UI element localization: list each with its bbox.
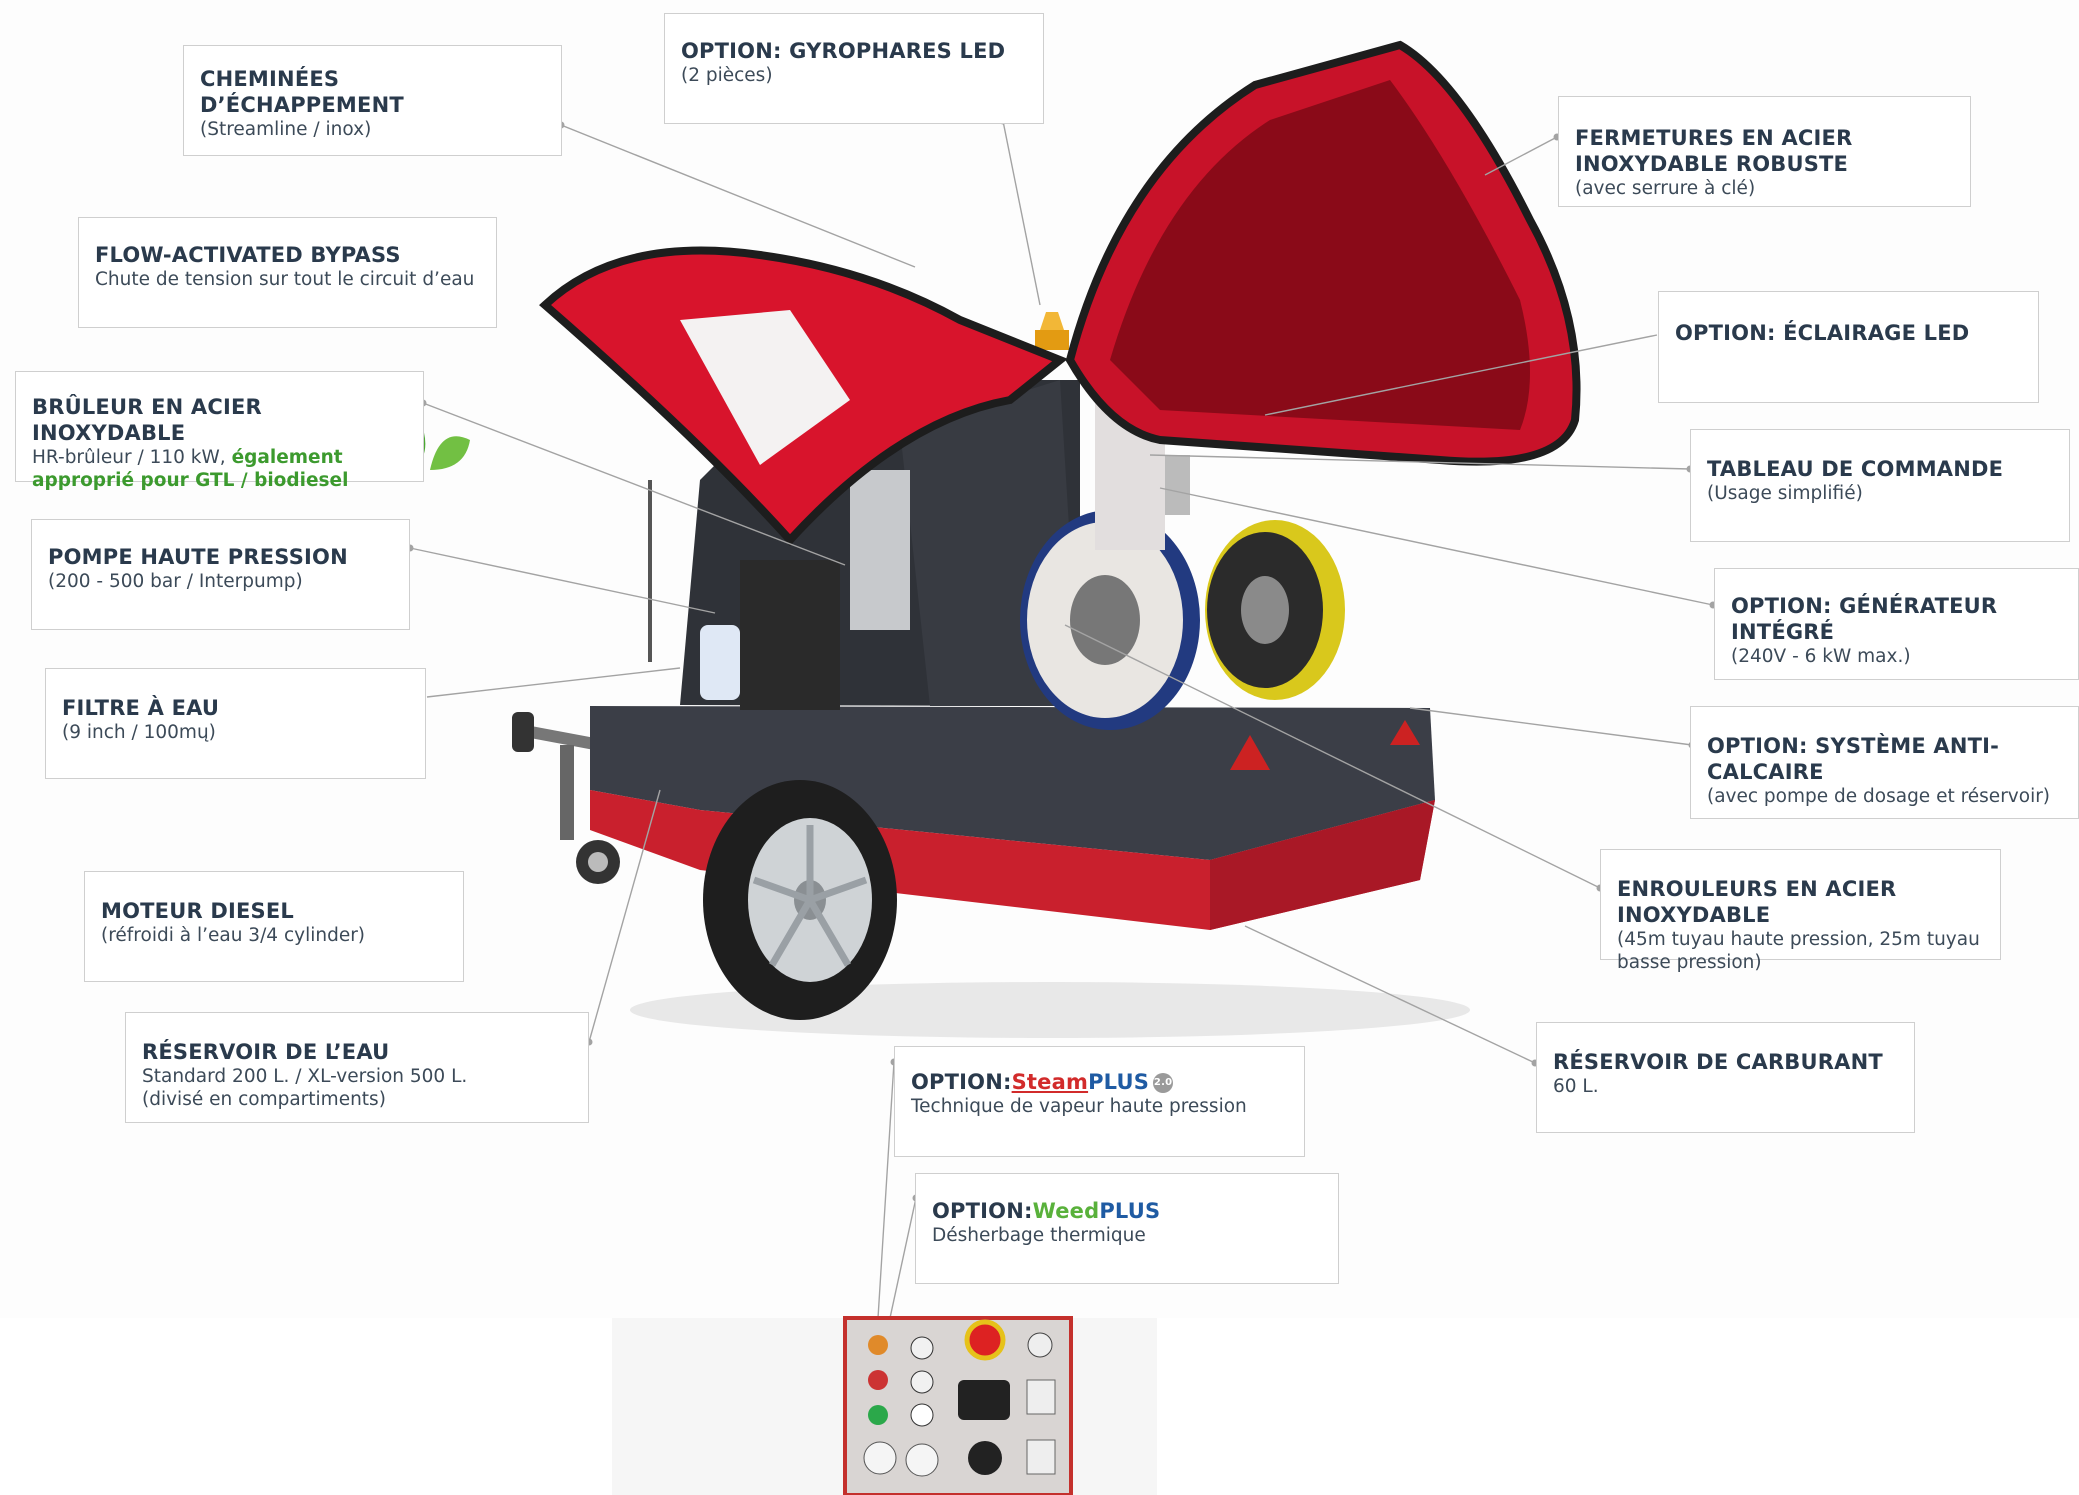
label-burner: BRÛLEUR EN ACIER INOXYDABLE HR-brûleur /… (15, 371, 424, 491)
lighting-title: OPTION: ÉCLAIRAGE LED (1675, 321, 1970, 345)
beacons-title: OPTION: GYROPHARES LED (681, 39, 1006, 63)
water-tank-title: RÉSERVOIR DE L’EAU (142, 1040, 390, 1064)
reels-sub-line2: basse pression) (1617, 952, 1762, 973)
label-pump: POMPE HAUTE PRESSION (200 - 500 bar / In… (31, 519, 410, 630)
label-steamplus: OPTION:SteamPLUS 2.0 Technique de vapeur … (894, 1046, 1305, 1157)
anticalc-title: OPTION: SYSTÈME ANTI-CALCAIRE (1707, 734, 2000, 784)
burner-sub: HR-brûleur / 110 kW, également (32, 446, 407, 469)
label-bypass: FLOW-ACTIVATED BYPASS Chute de tension s… (78, 217, 497, 328)
generator-sub: (240V - 6 kW max.) (1731, 646, 1911, 667)
label-exhaust: CHEMINÉES D’ÉCHAPPEMENT (Streamline / in… (183, 45, 562, 156)
burner-sub-green2: approprié pour GTL / biodiesel (32, 470, 349, 491)
beacons-sub: (2 pièces) (681, 65, 773, 86)
label-fuel-tank: RÉSERVOIR DE CARBURANT 60 L. (1536, 1022, 1915, 1133)
generator-title: OPTION: GÉNÉRATEUR INTÉGRÉ (1731, 594, 1998, 644)
weedplus-brand-plus: PLUS (1099, 1199, 1161, 1223)
water-tank-sub-line1: Standard 200 L. / XL-version 500 L. (142, 1066, 468, 1087)
burner-sub-green1: également (231, 447, 343, 468)
bypass-sub: Chute de tension sur tout le circuit d’e… (95, 269, 475, 290)
exhaust-title: CHEMINÉES D’ÉCHAPPEMENT (200, 67, 404, 117)
label-engine: MOTEUR DIESEL (réfroidi à l’eau 3/4 cyli… (84, 871, 464, 982)
filter-sub: (9 inch / 100mų) (62, 722, 216, 743)
label-generator: OPTION: GÉNÉRATEUR INTÉGRÉ (240V - 6 kW … (1714, 568, 2079, 680)
reels-title: ENROULEURS EN ACIER INOXYDABLE (1617, 877, 1897, 927)
steamplus-prefix: OPTION: (911, 1070, 1012, 1094)
label-reels: ENROULEURS EN ACIER INOXYDABLE (45m tuya… (1600, 849, 2001, 973)
label-lighting: OPTION: ÉCLAIRAGE LED (1658, 291, 2039, 403)
steamplus-sub: Technique de vapeur haute pression (911, 1096, 1247, 1117)
fuel-tank-sub: 60 L. (1553, 1076, 1599, 1097)
water-tank-sub-line2: (divisé en compartiments) (142, 1089, 386, 1110)
label-filter: FILTRE À EAU (9 inch / 100mų) (45, 668, 426, 779)
weedplus-prefix: OPTION: (932, 1199, 1033, 1223)
product-diagram: CHEMINÉES D’ÉCHAPPEMENT (Streamline / in… (0, 0, 2079, 1495)
version-badge: 2.0 (1153, 1073, 1174, 1093)
filter-title: FILTRE À EAU (62, 696, 220, 720)
weedplus-title: OPTION:WeedPLUS (932, 1198, 1322, 1224)
weedplus-sub: Désherbage thermique (932, 1225, 1146, 1246)
engine-sub: (réfroidi à l’eau 3/4 cylinder) (101, 925, 366, 946)
label-anticalc: OPTION: SYSTÈME ANTI-CALCAIRE (avec pomp… (1690, 706, 2079, 819)
bypass-title: FLOW-ACTIVATED BYPASS (95, 243, 401, 267)
locks-sub: (avec serrure à clé) (1575, 178, 1756, 199)
label-locks: FERMETURES EN ACIER INOXYDABLE ROBUSTE (… (1558, 96, 1971, 207)
control-panel-title: TABLEAU DE COMMANDE (1707, 457, 2004, 481)
locks-title-line1: FERMETURES EN ACIER (1575, 126, 1853, 150)
label-beacons: OPTION: GYROPHARES LED (2 pièces) (664, 13, 1044, 124)
anticalc-sub: (avec pompe de dosage et réservoir) (1707, 786, 2051, 807)
burner-sub-text: HR-brûleur / 110 kW, (32, 447, 232, 468)
engine-title: MOTEUR DIESEL (101, 899, 294, 923)
control-panel-sub: (Usage simplifié) (1707, 483, 1863, 504)
steamplus-title: OPTION:SteamPLUS 2.0 (911, 1069, 1288, 1095)
locks-title-line2: INOXYDABLE ROBUSTE (1575, 152, 1849, 176)
burner-title: BRÛLEUR EN ACIER INOXYDABLE (32, 395, 262, 445)
label-weedplus: OPTION:WeedPLUS Désherbage thermique (915, 1173, 1339, 1284)
exhaust-sub: (Streamline / inox) (200, 119, 372, 140)
fuel-tank-title: RÉSERVOIR DE CARBURANT (1553, 1050, 1883, 1074)
label-control-panel: TABLEAU DE COMMANDE (Usage simplifié) (1690, 429, 2070, 542)
steamplus-brand-steam: Steam (1011, 1070, 1089, 1094)
pump-sub: (200 - 500 bar / Interpump) (48, 571, 303, 592)
steamplus-brand-plus: PLUS (1088, 1070, 1150, 1094)
label-water-tank: RÉSERVOIR DE L’EAU Standard 200 L. / XL-… (125, 1012, 589, 1123)
pump-title: POMPE HAUTE PRESSION (48, 545, 348, 569)
reels-sub-line1: (45m tuyau haute pression, 25m tuyau (1617, 929, 1980, 950)
weedplus-brand-weed: Weed (1032, 1199, 1100, 1223)
